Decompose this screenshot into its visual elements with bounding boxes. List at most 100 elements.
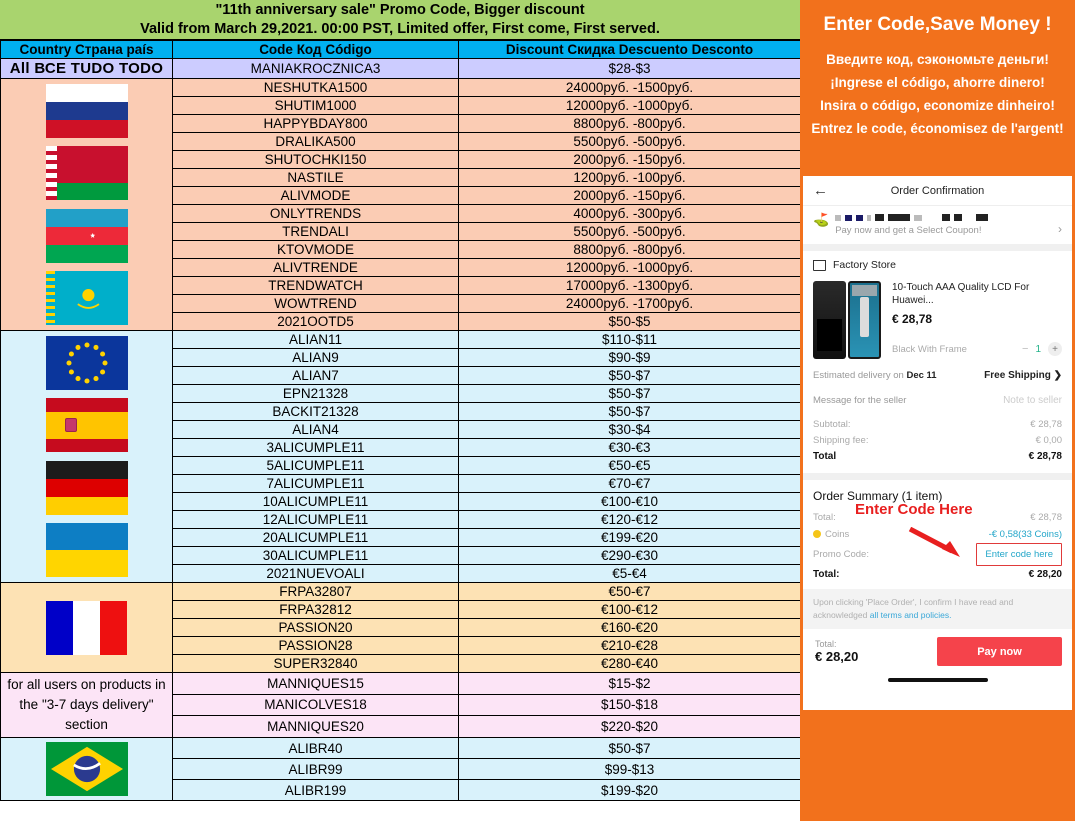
cell-discount: $50-$7: [458, 366, 801, 385]
store-icon: [812, 259, 827, 271]
os-final-value: € 28,20: [1028, 569, 1062, 580]
cell-discount-all: $28-$3: [458, 58, 801, 79]
promo-banner: "11th anniversary sale" Promo Code, Bigg…: [0, 0, 800, 40]
message-label: Message for the seller: [813, 395, 907, 406]
quantity-stepper[interactable]: − 1 +: [1022, 342, 1062, 356]
shipping-fee-label: Shipping fee:: [813, 435, 869, 446]
cell-code-all: MANIAKROCZNICA3: [172, 58, 459, 79]
flag-france-icon: [45, 600, 128, 655]
slogan-french: Entrez le code, économisez de l'argent!: [811, 121, 1064, 136]
coin-icon: [813, 530, 821, 538]
coupon-subtitle: Pay now and get a Select Coupon!: [835, 225, 982, 236]
table-row: NESHUTKA1500 24000руб. -1500руб.: [0, 78, 801, 331]
pay-now-button[interactable]: Pay now: [937, 637, 1062, 666]
cell-code: ALIAN9: [172, 348, 459, 367]
pay-total-value: € 28,20: [815, 649, 859, 664]
cell-code: ALIVTRENDE: [172, 258, 459, 277]
quantity-decrease-button[interactable]: −: [1022, 343, 1028, 355]
store-name: Factory Store: [833, 259, 897, 271]
table-body: All ВСЕ TUDO TODO MANIAKROCZNICA3 $28-$3…: [0, 58, 801, 801]
cell-code: 2021OOTD5: [172, 312, 459, 331]
shipping-fee-value: € 0,00: [1035, 435, 1062, 446]
cell-discount: 2000руб. -150руб.: [458, 150, 801, 169]
cell-code: 5ALICUMPLE11: [172, 456, 459, 475]
promo-table-panel: "11th anniversary sale" Promo Code, Bigg…: [0, 0, 801, 821]
cell-code: EPN21328: [172, 384, 459, 403]
total-label: Total: [813, 451, 837, 462]
cell-discount: €5-€4: [458, 564, 801, 583]
cell-code: SHUTOCHKI150: [172, 150, 459, 169]
address-coupon-row[interactable]: ⛳ Pay now and get a Select Coupon! ›: [803, 206, 1072, 244]
shipping-option[interactable]: Free Shipping ❯: [984, 370, 1062, 381]
os-total-value: € 28,78: [1030, 512, 1062, 523]
cell-code: HAPPYBDAY800: [172, 114, 459, 133]
cell-discount: €290-€30: [458, 546, 801, 565]
cell-discount: €30-€3: [458, 438, 801, 457]
pay-total-label: Total:: [815, 639, 837, 649]
cell-discount: 4000руб. -300руб.: [458, 204, 801, 223]
table-header-row: Country Страна país Code Код Código Disc…: [0, 40, 801, 59]
cell-country-br: [0, 737, 173, 801]
section-divider-2: [803, 473, 1072, 480]
cell-code: ALIBR199: [172, 779, 459, 801]
delivery-row[interactable]: Estimated delivery on Dec 11 Free Shippi…: [803, 363, 1072, 388]
back-arrow-icon[interactable]: ←: [813, 183, 828, 198]
cell-code: TRENDWATCH: [172, 276, 459, 295]
cell-country-ru: [0, 78, 173, 331]
os-total-line: Total: € 28,78: [813, 509, 1062, 526]
cell-code: 30ALICUMPLE11: [172, 546, 459, 565]
quantity-increase-button[interactable]: +: [1048, 342, 1062, 356]
cell-code: BACKIT21328: [172, 402, 459, 421]
cell-discount: €199-€20: [458, 528, 801, 547]
cell-code: KTOVMODE: [172, 240, 459, 259]
slogan-english: Enter Code,Save Money !: [823, 14, 1052, 35]
cell-discount: 8800руб. -800руб.: [458, 114, 801, 133]
table-row: FRPA32807 €50-€7: [0, 582, 801, 673]
country-note: for all users on products in the "3-7 da…: [7, 677, 166, 732]
location-pin-icon: ⛳: [813, 212, 830, 227]
table-row: ALIAN11 $110-$11: [0, 330, 801, 583]
os-coins-value: -€ 0,58(33 Coins): [988, 529, 1062, 540]
subtotal-value: € 28,78: [1030, 419, 1062, 430]
os-coins-label: Coins: [825, 529, 850, 540]
cell-code: ALIVMODE: [172, 186, 459, 205]
terms-link[interactable]: all terms and policies.: [870, 610, 952, 620]
total-line: Total € 28,78: [813, 449, 1062, 465]
cell-discount: €100-€10: [458, 492, 801, 511]
column-header-country: Country Страна país: [0, 40, 173, 59]
promo-code-input[interactable]: Enter code here: [976, 543, 1062, 566]
delivery-label: Estimated delivery on: [813, 370, 904, 381]
cell-discount: 17000руб. -1300руб.: [458, 276, 801, 295]
cell-code: ALIAN7: [172, 366, 459, 385]
cell-code: MANNIQUES20: [172, 715, 459, 738]
flag-kazakhstan-icon: [45, 270, 128, 325]
cell-discount: 12000руб. -1000руб.: [458, 96, 801, 115]
cell-discount: $50-$7: [458, 402, 801, 421]
cell-discount: $90-$9: [458, 348, 801, 367]
cell-country-fr: [0, 582, 173, 673]
flag-stack: [2, 584, 172, 672]
cell-discount: €50-€7: [458, 582, 801, 601]
cell-code: NASTILE: [172, 168, 459, 187]
store-row[interactable]: Factory Store: [803, 251, 1072, 273]
message-placeholder[interactable]: Note to seller: [1003, 395, 1062, 406]
os-final-label: Total:: [813, 569, 840, 580]
cell-discount: 1200руб. -100руб.: [458, 168, 801, 187]
banner-line-2: Valid from March 29,2021. 00:00 PST, Lim…: [140, 20, 660, 37]
slogan-block: Enter Code,Save Money ! Введите код, сэк…: [800, 0, 1075, 146]
column-header-discount: Discount Скидка Descuento Desconto: [458, 40, 801, 59]
os-coins-line: Coins -€ 0,58(33 Coins): [813, 526, 1062, 543]
message-row[interactable]: Message for the seller Note to seller: [803, 388, 1072, 413]
order-summary-title: Order Summary (1 item): [813, 489, 943, 503]
home-indicator: [887, 678, 988, 682]
subtotal-line: Subtotal: € 28,78: [813, 417, 1062, 433]
flag-ukraine-icon: [45, 522, 128, 577]
cell-code: TRENDALI: [172, 222, 459, 241]
cell-discount: $30-$4: [458, 420, 801, 439]
order-summary-block: Enter Code Here Total: € 28,78 Coins -€ …: [803, 501, 1072, 589]
pay-total: Total: € 28,20: [815, 639, 858, 664]
os-final-line: Total: € 28,20: [813, 566, 1062, 583]
delivery-date: Dec 11: [906, 370, 937, 381]
cell-code: 2021NUEVOALI: [172, 564, 459, 583]
cell-code: 20ALICUMPLE11: [172, 528, 459, 547]
